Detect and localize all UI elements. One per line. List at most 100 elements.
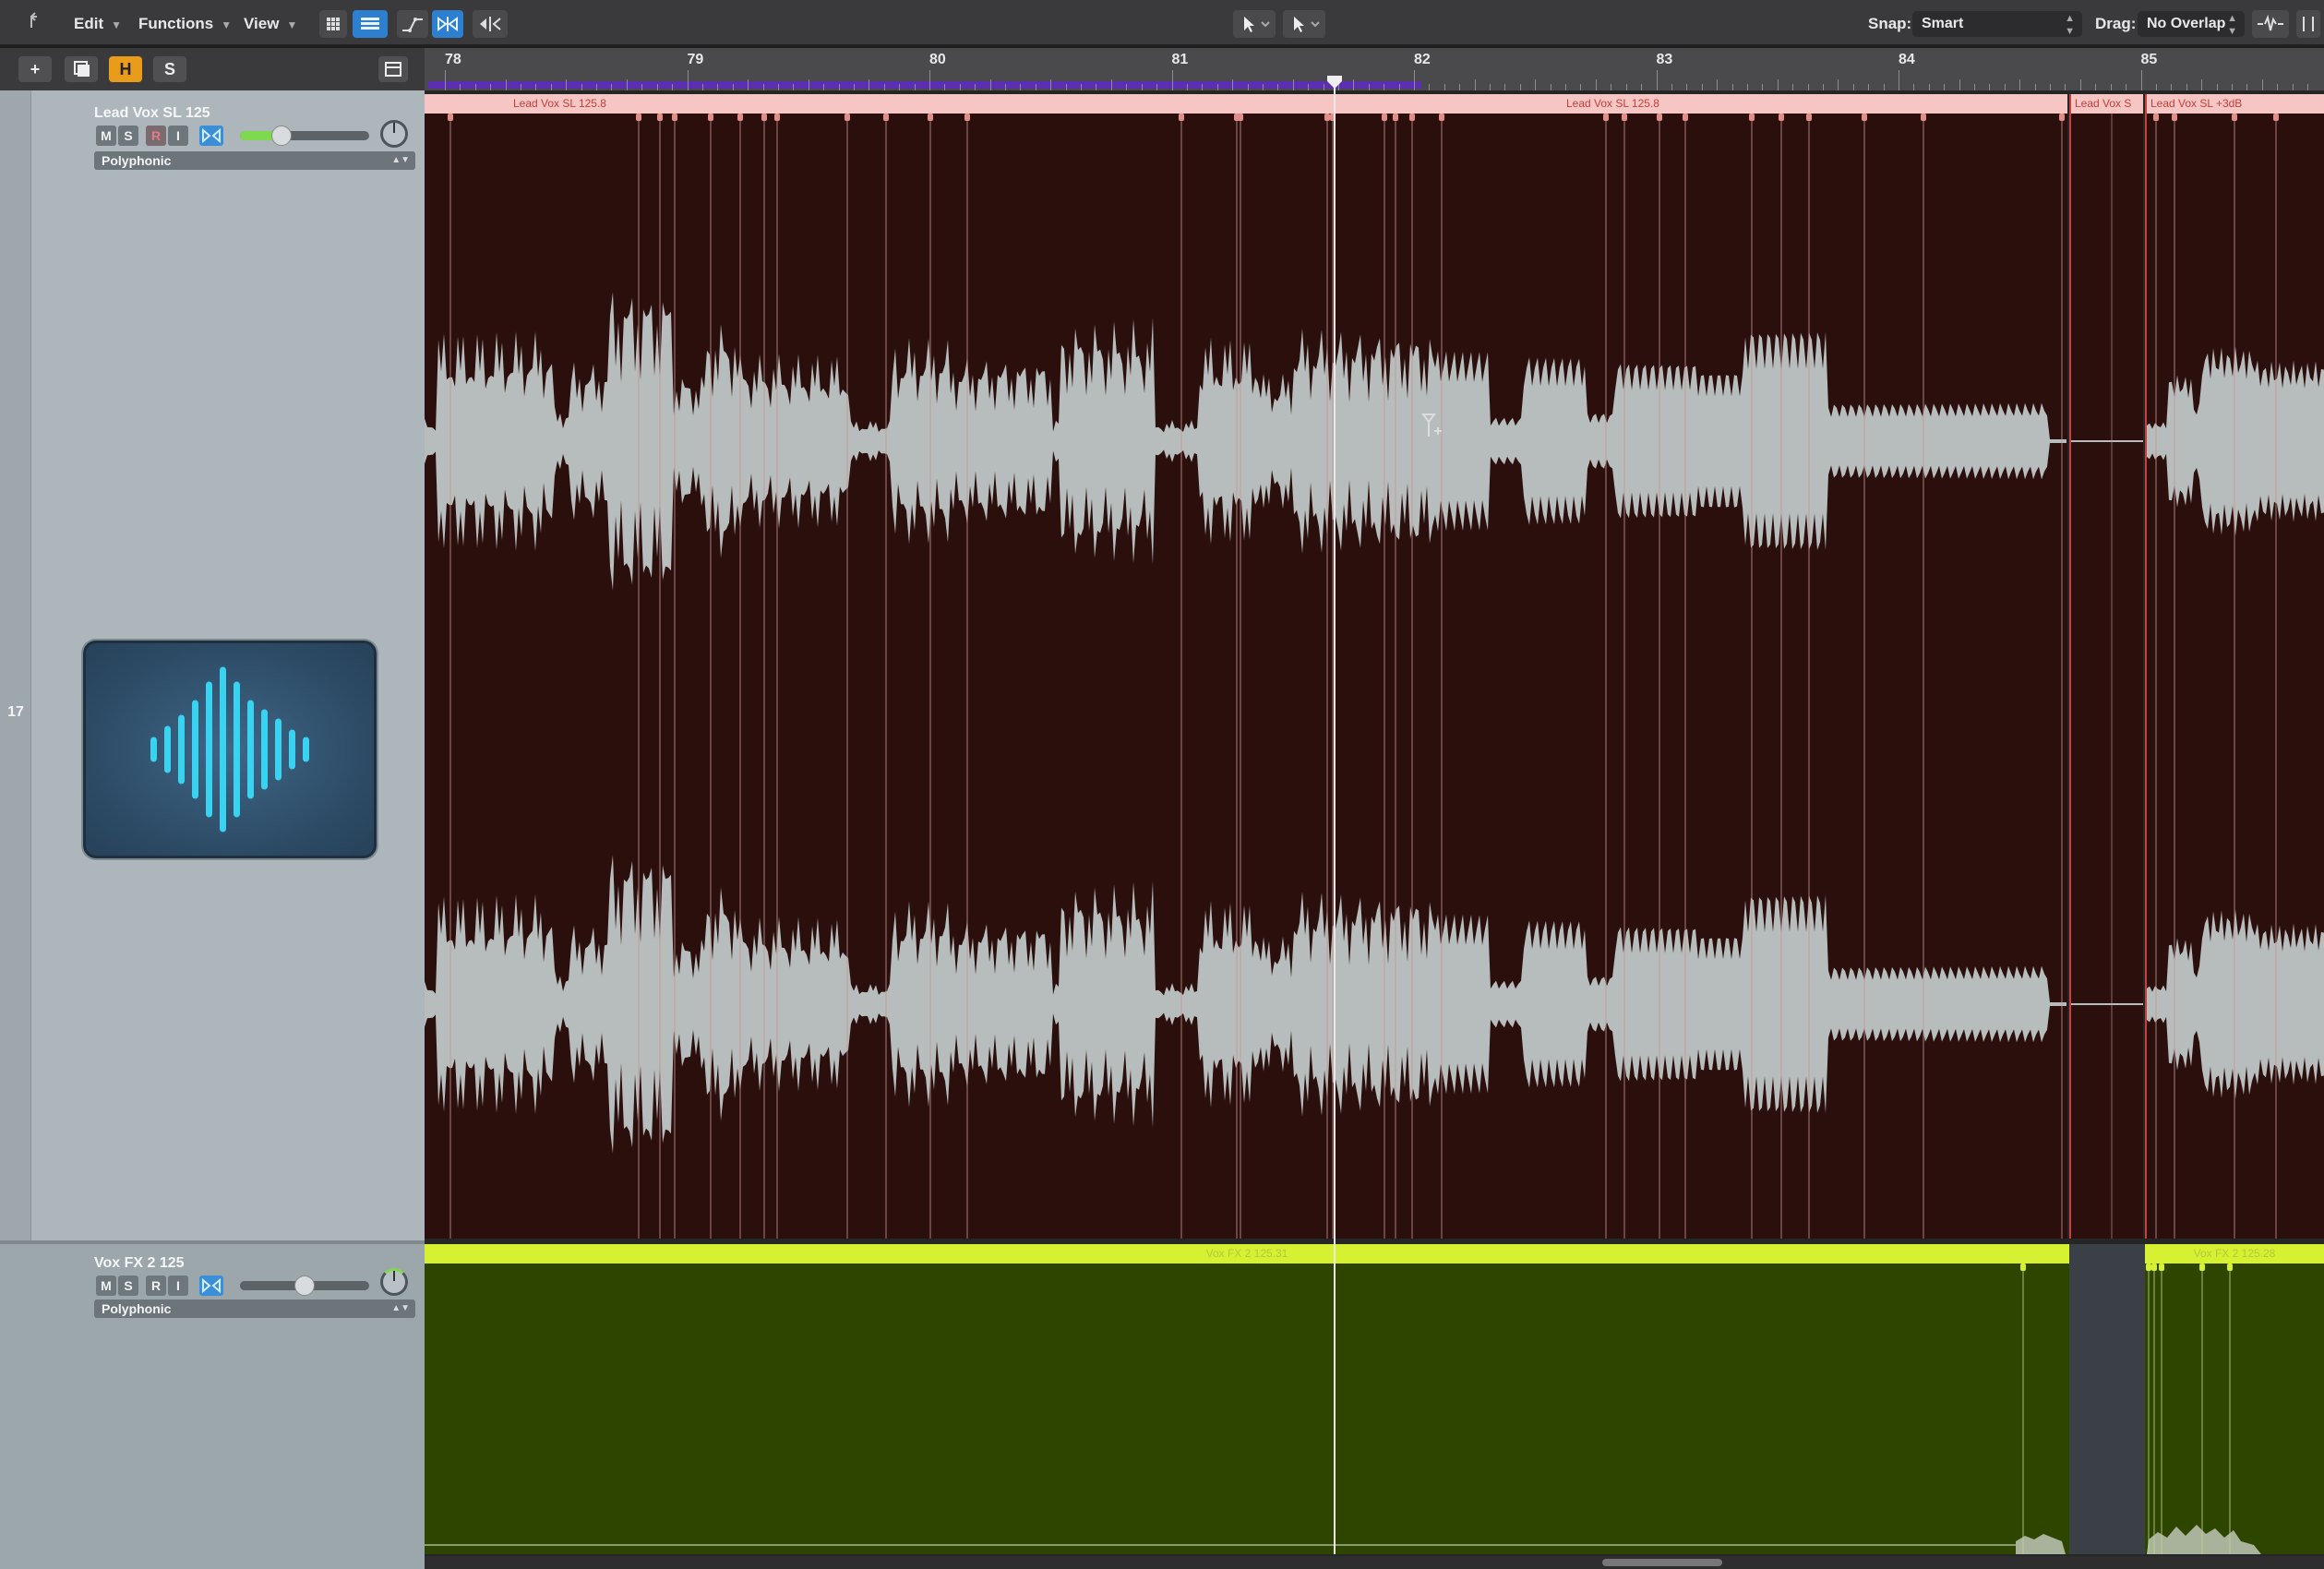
ruler-tick [1247, 84, 1249, 90]
audio-region-lead-vox[interactable]: Lead Vox SL 125.8 Lead Vox SL 125.8 [425, 94, 2067, 1239]
transient-marker-handle [672, 114, 677, 121]
view-menu[interactable]: View ▼ [244, 11, 297, 37]
add-track-button[interactable]: + [18, 56, 52, 82]
playhead-marker-icon[interactable] [1325, 76, 1344, 90]
ruler-tick [1262, 84, 1264, 90]
audio-region-vox-fx[interactable]: Vox FX 2 125.31 [425, 1244, 2069, 1554]
snap-select[interactable]: Smart ▲ ▼ [1912, 11, 2082, 37]
tracks-area-toolbar: Edit ▼ Functions ▼ View ▼ Snap: Smart ▲ ▼ Dra… [0, 0, 2324, 46]
audio-region-vox-fx-2[interactable]: Vox FX 2 125.28 [2145, 1244, 2324, 1554]
grid-view-button[interactable] [319, 10, 347, 38]
horizontal-scrollbar[interactable] [425, 1556, 2324, 1569]
stepper-arrows-icon: ▲▼ [2227, 13, 2237, 37]
flex-mode-select[interactable]: Polyphonic ▲▼ [94, 151, 415, 170]
transient-marker-handle [2227, 1264, 2233, 1271]
ruler-tick [1717, 79, 1719, 90]
ruler-tick [748, 79, 749, 90]
cycle-region[interactable] [428, 81, 1421, 89]
transient-marker-handle [1749, 114, 1755, 121]
chevron-down-icon: ▼ [221, 18, 233, 31]
flex-mode-select[interactable]: Polyphonic ▲▼ [94, 1300, 415, 1318]
input-monitor-button[interactable]: I [168, 1276, 188, 1296]
pointer-tool-icon [1294, 17, 1320, 32]
transient-marker-handle [1238, 114, 1243, 121]
back-arrow-icon[interactable] [28, 11, 46, 37]
ruler-tick [445, 70, 446, 90]
flex-enable-button[interactable] [199, 1276, 223, 1296]
hide-label: H [119, 60, 132, 78]
volume-fader-knob[interactable] [294, 1276, 315, 1296]
ruler-tick [1686, 84, 1688, 90]
mute-button[interactable]: M [96, 1276, 116, 1296]
audio-region-lead-vox-short[interactable]: Lead Vox S [2069, 94, 2143, 1239]
flex-button[interactable] [432, 10, 463, 38]
ruler-tick [2079, 79, 2081, 90]
scrollbar-thumb[interactable] [1602, 1559, 1722, 1566]
ruler-tick [1141, 84, 1143, 90]
track-header-vox-fx[interactable]: Vox FX 2 125 M S R I Polyphonic ▲▼ [31, 1244, 425, 1569]
track-name[interactable]: Lead Vox SL 125 [94, 105, 210, 122]
ruler-tick [777, 84, 779, 90]
bar-number: 78 [445, 52, 461, 67]
ruler-tick [1353, 79, 1355, 90]
transient-marker-handle [2172, 114, 2177, 121]
mute-button[interactable]: M [96, 126, 116, 146]
ruler-tick [1777, 79, 1779, 90]
duplicate-track-button[interactable] [65, 56, 98, 82]
list-view-button[interactable] [353, 10, 388, 38]
record-enable-button[interactable]: R [146, 1276, 166, 1296]
tracks-area[interactable]: 78 79 80 81 82 83 84 85 Lead Vox SL 125.8 Lead V… [425, 48, 2324, 1569]
drag-select[interactable]: No Overlap ▲ ▼ [2138, 11, 2245, 37]
transient-marker-handle [1409, 114, 1415, 121]
pan-knob[interactable] [380, 1268, 408, 1296]
transient-marker-handle [636, 114, 641, 121]
ruler-tick [1005, 84, 1007, 90]
solo-track-button[interactable]: S [118, 1276, 138, 1296]
playhead[interactable] [1334, 83, 1336, 1554]
ruler-tick [989, 79, 991, 90]
volume-fader[interactable] [240, 126, 369, 146]
ruler-tick [2155, 84, 2157, 90]
ruler-tick [1656, 70, 1658, 90]
ruler-tick [1519, 84, 1521, 90]
transient-marker-handle [737, 114, 743, 121]
cmd-click-tool-button[interactable] [1283, 10, 1325, 38]
waveform-display [2146, 1264, 2261, 1554]
waveform-zoom-button[interactable] [2252, 10, 2289, 38]
track-header-lead-vox[interactable]: Lead Vox SL 125 M S R I Polyphonic ▲▼ [31, 90, 425, 1240]
catch-playhead-button[interactable] [473, 10, 508, 38]
ruler-tick [1671, 84, 1672, 90]
volume-fader[interactable] [240, 1276, 369, 1296]
vertical-zoom-button[interactable] [2296, 10, 2320, 38]
solo-track-button[interactable]: S [118, 126, 138, 146]
bar-number: 84 [1899, 52, 1915, 67]
list-icon [361, 18, 379, 30]
left-click-tool-button[interactable] [1233, 10, 1276, 38]
transient-marker-handle [657, 114, 663, 121]
automation-button[interactable] [397, 10, 428, 38]
transient-marker-handle [2199, 1264, 2205, 1271]
collapse-button[interactable] [378, 56, 408, 82]
view-menu-label: View [244, 15, 280, 32]
transient-marker-handle [2159, 1264, 2164, 1271]
flex-enable-button[interactable] [199, 126, 223, 146]
ruler-tick [1868, 84, 1870, 90]
functions-menu[interactable]: Functions ▼ [138, 11, 232, 37]
record-enable-button[interactable]: R [146, 126, 166, 146]
solo-button[interactable]: S [153, 56, 186, 82]
volume-fader-knob[interactable] [270, 126, 292, 146]
empty-lane[interactable] [2069, 1244, 2145, 1554]
track-name[interactable]: Vox FX 2 125 [94, 1255, 185, 1272]
bar-ruler[interactable]: 78 79 80 81 82 83 84 85 [425, 48, 2324, 90]
input-monitor-button[interactable]: I [168, 126, 188, 146]
ruler-tick [1852, 84, 1854, 90]
ruler-tick [1565, 84, 1567, 90]
hide-tracks-button[interactable]: H [109, 56, 142, 82]
transient-marker-handle [2151, 1264, 2157, 1271]
pan-knob[interactable] [380, 120, 408, 148]
audio-region-lead-vox-3db[interactable]: Lead Vox SL +3dB [2145, 94, 2324, 1239]
ruler-tick [1731, 84, 1733, 90]
transient-marker-handle [883, 114, 889, 121]
edit-menu[interactable]: Edit ▼ [74, 11, 122, 37]
transient-marker-handle [1439, 114, 1444, 121]
